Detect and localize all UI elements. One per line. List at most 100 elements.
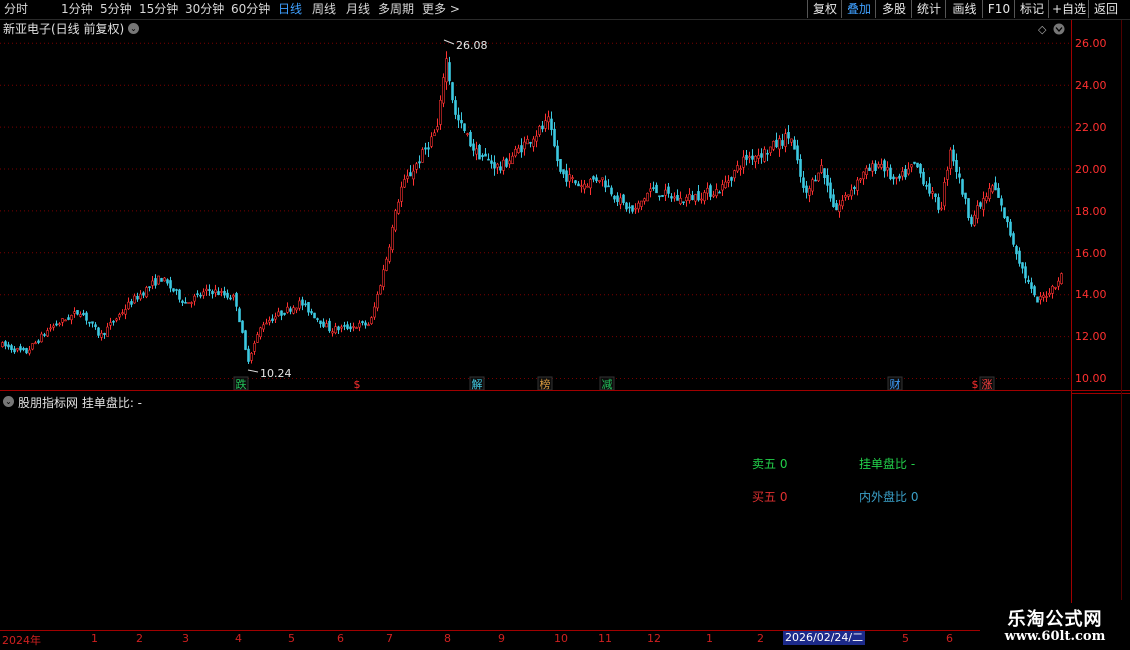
candle[interactable] (544, 113, 547, 132)
candle[interactable] (811, 177, 814, 195)
candle[interactable] (502, 156, 505, 175)
candle[interactable] (229, 294, 232, 301)
candle[interactable] (541, 121, 544, 133)
candle[interactable] (394, 208, 397, 233)
candle[interactable] (130, 298, 133, 308)
candle[interactable] (577, 181, 580, 187)
candle[interactable] (349, 322, 352, 332)
candle[interactable] (862, 171, 865, 185)
candle[interactable] (106, 322, 109, 337)
candle[interactable] (400, 181, 403, 208)
candle[interactable] (172, 288, 175, 293)
candle[interactable] (433, 129, 436, 137)
candle[interactable] (43, 332, 46, 338)
event-marker[interactable]: 涨 (979, 376, 995, 391)
candle[interactable] (625, 201, 628, 212)
candle[interactable] (916, 162, 919, 169)
candle[interactable] (331, 328, 334, 337)
candle[interactable] (973, 210, 976, 227)
candle[interactable] (499, 161, 502, 174)
diamond-icon[interactable]: ◇ (1038, 23, 1047, 36)
candle[interactable] (508, 153, 511, 169)
candle[interactable] (610, 185, 613, 197)
candle[interactable] (805, 180, 808, 199)
candle[interactable] (376, 291, 379, 312)
candle[interactable] (163, 276, 166, 282)
candle[interactable] (550, 111, 553, 136)
candle[interactable] (211, 289, 214, 299)
candle[interactable] (199, 292, 202, 299)
candle[interactable] (691, 190, 694, 201)
candle[interactable] (724, 175, 727, 189)
candle[interactable] (112, 320, 115, 326)
candle[interactable] (328, 318, 331, 333)
candle[interactable] (178, 288, 181, 303)
candle[interactable] (73, 307, 76, 318)
candle[interactable] (175, 288, 178, 295)
candle[interactable] (955, 153, 958, 179)
candle[interactable] (421, 147, 424, 163)
candle[interactable] (457, 107, 460, 128)
candle[interactable] (580, 179, 583, 193)
candle[interactable] (388, 244, 391, 264)
candle[interactable] (358, 320, 361, 332)
candle[interactable] (853, 185, 856, 195)
candle[interactable] (250, 351, 253, 364)
candle[interactable] (487, 153, 490, 161)
event-marker[interactable]: 减 (599, 376, 615, 391)
candle[interactable] (940, 201, 943, 211)
candle[interactable] (7, 341, 10, 350)
candle[interactable] (352, 322, 355, 332)
candle[interactable] (679, 191, 682, 206)
candle[interactable] (196, 290, 199, 298)
candle[interactable] (661, 195, 664, 197)
candle[interactable] (682, 201, 685, 206)
candle[interactable] (538, 124, 541, 137)
candle[interactable] (169, 276, 172, 293)
candle[interactable] (871, 160, 874, 177)
candle[interactable] (793, 136, 796, 150)
candle[interactable] (865, 165, 868, 180)
candle[interactable] (316, 317, 319, 323)
candle[interactable] (664, 183, 667, 202)
event-marker[interactable]: 榜 (537, 376, 553, 391)
candle[interactable] (589, 178, 592, 195)
candle[interactable] (481, 153, 484, 161)
candle[interactable] (205, 284, 208, 296)
candle[interactable] (427, 142, 430, 157)
candle[interactable] (637, 200, 640, 213)
candle[interactable] (961, 178, 964, 197)
candle[interactable] (1057, 277, 1060, 291)
candle[interactable] (1060, 272, 1063, 285)
candle[interactable] (22, 346, 25, 352)
candle[interactable] (595, 174, 598, 184)
candle[interactable] (475, 141, 478, 161)
candle[interactable] (565, 163, 568, 187)
candle[interactable] (1054, 286, 1057, 290)
candle[interactable] (985, 192, 988, 204)
candle[interactable] (553, 122, 556, 148)
candle[interactable] (571, 174, 574, 184)
candle[interactable] (655, 182, 658, 194)
candle[interactable] (478, 143, 481, 160)
candle[interactable] (616, 192, 619, 207)
candle[interactable] (142, 291, 145, 299)
candle[interactable] (496, 162, 499, 174)
candle[interactable] (991, 184, 994, 194)
candle[interactable] (391, 224, 394, 253)
candle[interactable] (385, 256, 388, 272)
candle[interactable] (931, 186, 934, 200)
candle[interactable] (439, 95, 442, 130)
candle[interactable] (766, 149, 769, 162)
candle[interactable] (85, 311, 88, 325)
candle[interactable] (226, 289, 229, 300)
candle[interactable] (562, 169, 565, 179)
candle[interactable] (700, 192, 703, 204)
candle[interactable] (325, 319, 328, 328)
candle[interactable] (886, 161, 889, 177)
candle[interactable] (754, 155, 757, 169)
candle[interactable] (430, 132, 433, 149)
candle[interactable] (715, 183, 718, 199)
candle[interactable] (424, 142, 427, 155)
candle[interactable] (310, 308, 313, 315)
